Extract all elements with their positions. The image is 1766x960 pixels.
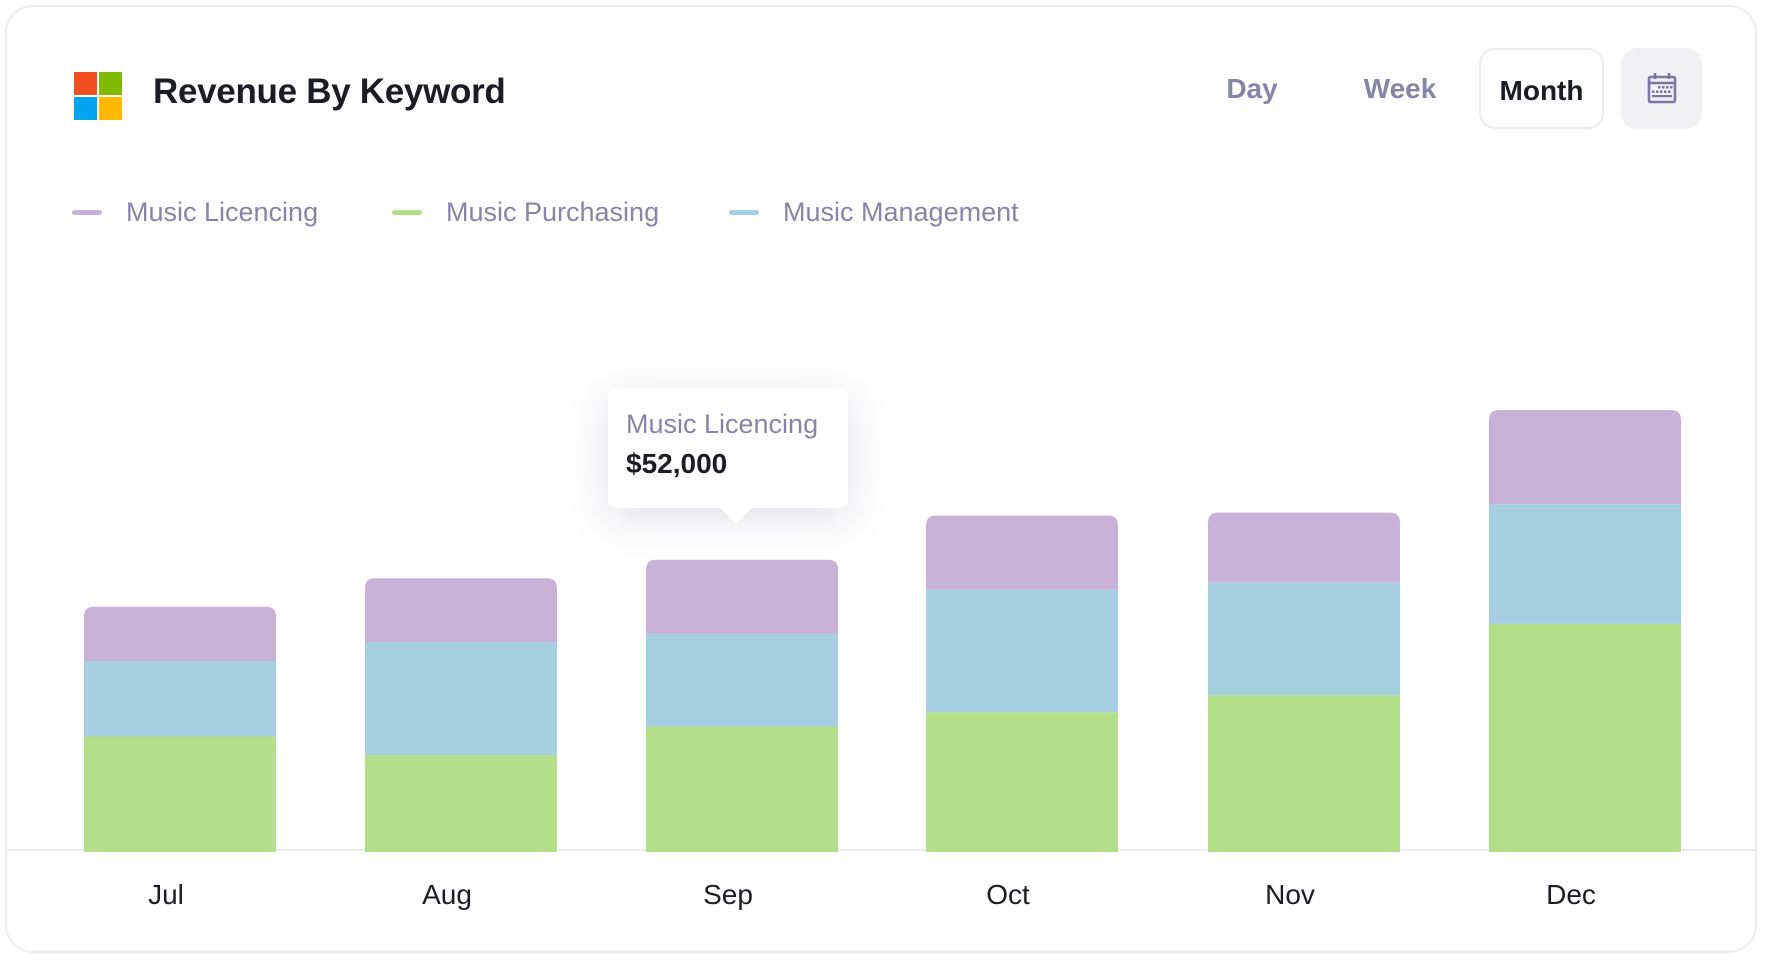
tooltip-value: $52,000 <box>626 448 728 479</box>
tooltip-series-label: Music Licencing <box>626 409 819 439</box>
bar-segment-music-purchasing-oct[interactable] <box>926 712 1118 852</box>
bar-group-nov[interactable] <box>1208 512 1400 852</box>
bar-segment-music-management-jul[interactable] <box>84 660 276 737</box>
bar-segment-music-purchasing-aug[interactable] <box>365 755 557 852</box>
bar-segment-music-management-dec[interactable] <box>1489 504 1681 624</box>
bar-segment-music-management-sep[interactable] <box>646 633 838 727</box>
bar-segment-music-licencing-aug[interactable] <box>365 578 557 643</box>
x-tick-label: Aug <box>422 879 472 910</box>
bar-group-jul[interactable] <box>84 606 276 852</box>
bar-segment-music-management-aug[interactable] <box>365 642 557 756</box>
bar-group-oct[interactable] <box>926 515 1118 852</box>
bar-segment-music-purchasing-dec[interactable] <box>1489 623 1681 852</box>
bar-group-dec[interactable] <box>1489 410 1681 852</box>
x-tick-label: Jul <box>148 879 184 910</box>
bar-segment-music-management-oct[interactable] <box>926 589 1118 713</box>
x-tick-label: Oct <box>986 879 1030 910</box>
bar-segment-music-licencing-dec[interactable] <box>1489 410 1681 505</box>
bar-segment-music-management-nov[interactable] <box>1208 582 1400 696</box>
x-tick-label: Dec <box>1546 879 1596 910</box>
bar-group-aug[interactable] <box>365 578 557 852</box>
bar-segment-music-purchasing-sep[interactable] <box>646 726 838 852</box>
x-tick-label: Sep <box>703 879 753 910</box>
bar-group-sep[interactable] <box>646 559 838 852</box>
bar-segment-music-licencing-oct[interactable] <box>926 515 1118 590</box>
stacked-bar-chart: Jul Aug Sep Oct Nov Dec <box>6 410 1756 910</box>
bar-segment-music-licencing-sep[interactable] <box>646 559 838 634</box>
x-tick-label: Nov <box>1265 879 1315 910</box>
bar-segment-music-purchasing-nov[interactable] <box>1208 695 1400 852</box>
bar-segment-music-licencing-nov[interactable] <box>1208 512 1400 583</box>
chart-tooltip: Music Licencing $52,000 <box>608 388 848 524</box>
bar-segment-music-purchasing-jul[interactable] <box>84 736 276 852</box>
bar-segment-music-licencing-jul[interactable] <box>84 606 276 661</box>
